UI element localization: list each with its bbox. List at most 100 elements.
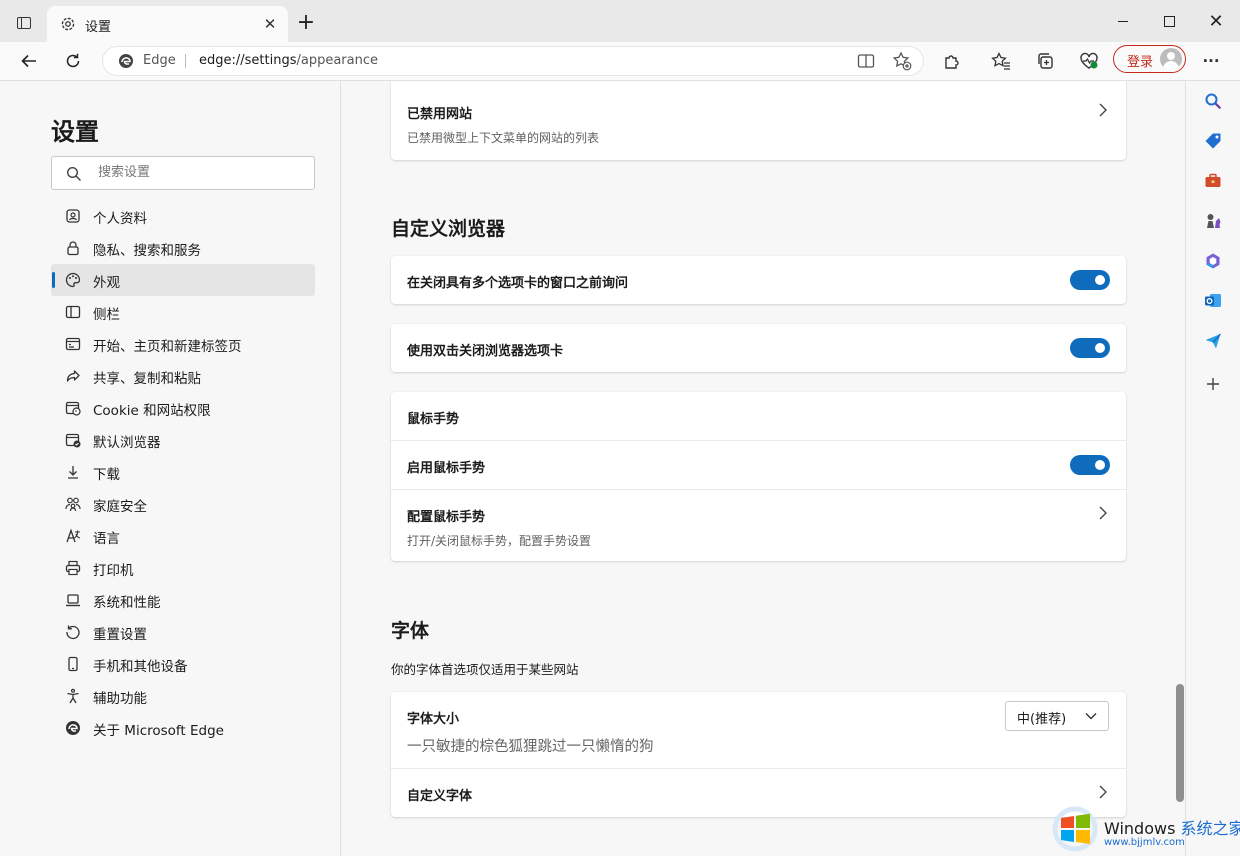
font-size-value: 中(推荐) xyxy=(1017,712,1067,727)
search-box[interactable] xyxy=(51,156,315,190)
fonts-heading: 字体 xyxy=(391,620,430,642)
sidebar-item-2[interactable]: 隐私、搜索和服务 xyxy=(51,232,315,264)
more-button[interactable]: ··· xyxy=(1197,47,1225,75)
microsoft365-icon xyxy=(1206,253,1220,269)
maximize-button[interactable] xyxy=(1146,8,1192,34)
sidebar-item-7[interactable]: Cookie 和网站权限 xyxy=(51,392,315,424)
sidebar-games-button[interactable] xyxy=(1202,210,1224,232)
custom-fonts-label: 自定义字体 xyxy=(407,789,473,804)
chevron-right-icon xyxy=(1099,103,1107,117)
sidebar-outlook-button[interactable] xyxy=(1202,290,1224,312)
minimize-button[interactable] xyxy=(1100,8,1146,34)
address-brand: Edge xyxy=(143,53,176,68)
sidebar-item-label: 开始、主页和新建标签页 xyxy=(93,339,242,355)
phone-icon xyxy=(68,656,78,672)
sidebar-item-label: 外观 xyxy=(93,275,120,291)
share-icon xyxy=(66,370,80,382)
tab-close-button[interactable]: ✕ xyxy=(260,14,280,34)
sidebar-item-16[interactable]: 辅助功能 xyxy=(51,680,315,712)
search-icon xyxy=(66,166,82,182)
extensions-button[interactable] xyxy=(938,47,966,75)
sidebar-item-1[interactable]: 个人资料 xyxy=(51,200,315,232)
blocked-sites-card[interactable]: 已禁用网站 已禁用微型上下文菜单的网站的列表 xyxy=(391,81,1126,160)
sidebar-m365-button[interactable] xyxy=(1202,250,1224,272)
configure-mouse-gesture-subtitle: 打开/关闭鼠标手势，配置手势设置 xyxy=(407,534,592,548)
sidebar-item-label: Cookie 和网站权限 xyxy=(93,403,211,419)
scrollbar[interactable] xyxy=(1176,684,1184,802)
sidebar-item-label: 个人资料 xyxy=(93,211,147,227)
sidebar-item-13[interactable]: 系统和性能 xyxy=(51,584,315,616)
sidebar-item-label: 语言 xyxy=(93,531,120,547)
download-icon xyxy=(68,466,78,479)
sidebar-drop-button[interactable] xyxy=(1202,330,1224,352)
accessibility-icon xyxy=(67,688,79,704)
add-favorite-button[interactable] xyxy=(888,47,916,75)
double-click-close-label: 使用双击关闭浏览器选项卡 xyxy=(407,344,564,359)
search-icon xyxy=(1205,93,1222,110)
address-url[interactable]: edge://settings/appearance xyxy=(199,53,378,68)
custom-fonts-row[interactable]: 自定义字体 xyxy=(391,769,1126,817)
tab-settings[interactable]: 设置 ✕ xyxy=(47,6,288,42)
font-size-dropdown[interactable]: 中(推荐) xyxy=(1005,701,1109,731)
watermark-url: www.bjjmlv.com xyxy=(1104,837,1185,848)
sidebar-item-11[interactable]: 语言 xyxy=(51,520,315,552)
avatar xyxy=(1160,48,1182,70)
address-path: /appearance xyxy=(296,53,378,68)
sidebar-item-14[interactable]: 重置设置 xyxy=(51,616,315,648)
sidebar-item-label: 共享、复制和粘贴 xyxy=(93,371,201,387)
favorites-button[interactable] xyxy=(987,47,1015,75)
sidebar-item-5[interactable]: 开始、主页和新建标签页 xyxy=(51,328,315,360)
mouse-gesture-heading: 鼠标手势 xyxy=(407,412,460,427)
chevron-down-icon xyxy=(1085,713,1097,720)
sidebar-item-12[interactable]: 打印机 xyxy=(51,552,315,584)
edge-logo-icon xyxy=(119,54,133,68)
sign-in-button[interactable]: 登录 xyxy=(1113,45,1186,73)
double-click-close-toggle[interactable] xyxy=(1070,338,1110,358)
lock-icon xyxy=(67,241,79,256)
sidebar-item-17[interactable]: 关于 Microsoft Edge xyxy=(51,712,315,744)
sidebar-item-9[interactable]: 下载 xyxy=(51,456,315,488)
sidebar-item-4[interactable]: 侧栏 xyxy=(51,296,315,328)
sidebar-search-button[interactable] xyxy=(1202,90,1224,112)
home-tab-icon xyxy=(65,337,81,351)
windows-logo-icon xyxy=(1052,806,1098,852)
confirm-close-row: 在关闭具有多个选项卡的窗口之前询问 xyxy=(391,256,1126,304)
reading-view-button[interactable] xyxy=(852,47,880,75)
sidebar-tools-button[interactable] xyxy=(1202,170,1224,192)
sidebar-item-15[interactable]: 手机和其他设备 xyxy=(51,648,315,680)
reading-view-icon xyxy=(857,54,875,68)
printer-icon xyxy=(65,560,81,576)
tag-icon xyxy=(1205,133,1221,149)
configure-mouse-gesture-row[interactable]: 配置鼠标手势 打开/关闭鼠标手势，配置手势设置 xyxy=(391,490,1126,561)
sidebar-item-label: 打印机 xyxy=(93,563,134,579)
title-bar: 设置 ✕ + ✕ xyxy=(0,0,1240,42)
sidebar-shopping-button[interactable] xyxy=(1202,130,1224,152)
enable-mouse-gesture-toggle[interactable] xyxy=(1070,455,1110,475)
sidebar-icon xyxy=(65,305,81,319)
maximize-icon xyxy=(1163,15,1175,27)
back-button[interactable] xyxy=(15,47,43,75)
configure-mouse-gesture-title: 配置鼠标手势 xyxy=(407,510,486,525)
browser-essentials-button[interactable] xyxy=(1075,47,1103,75)
page-title: 设置 xyxy=(51,118,99,146)
confirm-close-toggle[interactable] xyxy=(1070,270,1110,290)
address-bar[interactable]: Edge edge://settings/appearance xyxy=(102,46,924,76)
collections-icon xyxy=(1038,53,1053,69)
address-separator xyxy=(185,54,186,68)
sidebar-item-10[interactable]: 家庭安全 xyxy=(51,488,315,520)
refresh-button[interactable] xyxy=(59,47,87,75)
fonts-description: 你的字体首选项仅适用于某些网站 xyxy=(391,662,579,677)
collections-button[interactable] xyxy=(1031,47,1059,75)
search-input[interactable] xyxy=(96,164,300,181)
plus-icon xyxy=(1207,378,1219,390)
reset-icon xyxy=(66,625,80,640)
send-icon xyxy=(1205,333,1221,349)
sidebar-item-6[interactable]: 共享、复制和粘贴 xyxy=(51,360,315,392)
sidebar-item-3[interactable]: 外观 xyxy=(51,264,315,296)
new-tab-button[interactable]: + xyxy=(293,11,319,37)
tab-actions-button[interactable] xyxy=(10,10,38,36)
watermark-title: Windows 系统之家 xyxy=(1104,815,1240,839)
sidebar-add-button[interactable] xyxy=(1202,373,1224,395)
close-window-button[interactable]: ✕ xyxy=(1193,8,1239,34)
sidebar-item-8[interactable]: 默认浏览器 xyxy=(51,424,315,456)
